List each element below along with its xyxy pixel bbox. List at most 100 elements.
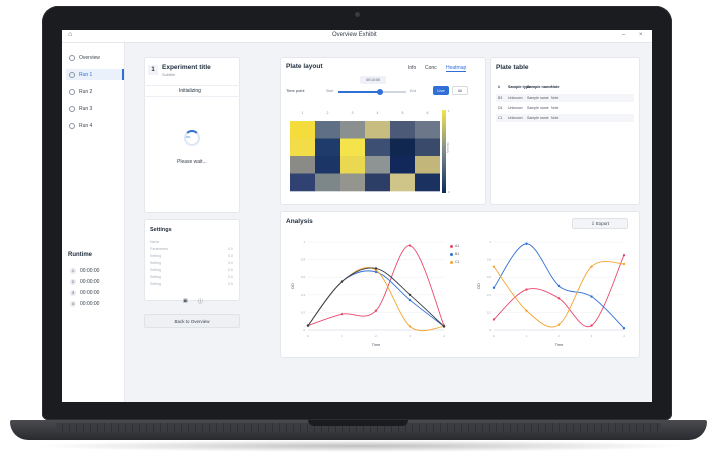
sidebar-item-2[interactable]: Run 2	[66, 86, 124, 97]
data-point[interactable]	[492, 318, 496, 321]
heatmap-cell[interactable]	[415, 173, 440, 192]
heatmap-cell[interactable]	[390, 138, 416, 157]
close-button[interactable]: ×	[639, 32, 643, 38]
data-point[interactable]	[590, 265, 593, 268]
y-tick-label: 0.8	[301, 258, 306, 262]
heatmap-cell[interactable]	[290, 138, 316, 157]
heatmap-cell[interactable]	[415, 138, 440, 157]
export-button[interactable]: ⇩ Export	[572, 218, 628, 229]
heatmap-cell[interactable]	[365, 121, 391, 139]
heatmap-cell[interactable]	[365, 138, 391, 157]
colorbar-label: Intensity	[446, 142, 450, 154]
minimize-button[interactable]: –	[622, 32, 625, 38]
plate-heatmap[interactable]: 1 2 3 4 5 6	[290, 109, 440, 195]
data-point[interactable]	[525, 309, 528, 312]
heatmap-cell[interactable]	[365, 173, 391, 192]
table-cell: C1	[498, 116, 503, 120]
all-button[interactable]: All	[452, 86, 468, 95]
x-tick-label: 3	[591, 334, 593, 338]
runtime-item[interactable]: 1 00:00:00	[70, 268, 99, 274]
info-icon[interactable]: ⓘ	[198, 298, 203, 305]
heatmap-cell[interactable]	[340, 121, 366, 139]
heatmap-cell[interactable]	[340, 173, 366, 192]
plate-table-card	[490, 57, 640, 205]
tab-conc[interactable]: Conc	[425, 65, 437, 71]
heatmap-cell[interactable]	[290, 173, 316, 192]
app-screen: ⌂ Overview Exhibit – × Overview Run 1 Run …	[62, 30, 652, 402]
data-point[interactable]	[408, 293, 412, 296]
heatmap-cell[interactable]	[390, 121, 416, 139]
window-title: Overview Exhibit	[332, 32, 377, 38]
runtime-number: 4	[70, 301, 76, 307]
data-point[interactable]	[622, 254, 626, 257]
heatmap-cell[interactable]	[340, 138, 366, 157]
data-point[interactable]	[340, 312, 344, 316]
setting-value: 0.0	[228, 268, 233, 272]
sidebar-item-0[interactable]: Overview	[66, 52, 124, 63]
data-point[interactable]	[492, 286, 496, 289]
heatmap-col-label: 6	[427, 111, 429, 115]
sidebar-item-label: Run 4	[79, 122, 93, 129]
data-point[interactable]	[306, 324, 310, 327]
x-tick-label: 4	[443, 334, 445, 338]
data-point[interactable]	[622, 327, 626, 330]
data-point[interactable]	[374, 267, 378, 270]
setting-name: Setting	[150, 254, 161, 258]
hinge-notch	[308, 420, 408, 426]
legend-label: B1	[455, 252, 460, 256]
home-icon[interactable]: ⌂	[68, 31, 72, 38]
heatmap-cell[interactable]	[315, 173, 341, 192]
data-point[interactable]	[408, 325, 412, 328]
series-line[interactable]	[307, 245, 445, 327]
heatmap-cell[interactable]	[390, 173, 416, 192]
laptop-shadow	[30, 440, 690, 452]
heatmap-cell[interactable]	[315, 156, 341, 174]
back-to-overview-button[interactable]: Back to Overview	[144, 314, 240, 328]
settings-title: Settings	[150, 227, 172, 233]
heatmap-cell[interactable]	[415, 121, 440, 139]
data-point[interactable]	[408, 298, 412, 302]
runtime-item[interactable]: 3 00:00:00	[70, 290, 99, 296]
data-point[interactable]	[557, 284, 561, 288]
heatmap-cell[interactable]	[415, 156, 440, 174]
series-line[interactable]	[493, 261, 625, 328]
heatmap-col-label: 1	[302, 111, 304, 115]
runtime-item[interactable]: 2 00:00:00	[70, 279, 99, 285]
live-button[interactable]: Live	[433, 86, 449, 95]
tab-heatmap[interactable]: Heatmap	[446, 65, 467, 72]
series-line[interactable]	[307, 267, 445, 327]
sidebar-item-4[interactable]: Run 4	[66, 120, 124, 131]
sidebar-item-3[interactable]: Run 3	[66, 103, 124, 114]
data-point[interactable]	[408, 244, 412, 247]
save-icon[interactable]: ▣	[183, 298, 188, 304]
data-point[interactable]	[557, 323, 561, 326]
data-point[interactable]	[557, 297, 561, 300]
experiment-subtitle: Subtitle	[162, 72, 176, 77]
series-line[interactable]	[493, 255, 625, 328]
data-point[interactable]	[442, 325, 446, 328]
heatmap-cell[interactable]	[365, 156, 391, 174]
heatmap-cell[interactable]	[340, 156, 366, 174]
x-tick-label: 1	[526, 334, 528, 338]
data-point[interactable]	[492, 265, 496, 268]
data-point[interactable]	[525, 242, 528, 245]
data-point[interactable]	[340, 280, 344, 283]
heatmap-cell[interactable]	[315, 138, 341, 157]
data-point[interactable]	[374, 309, 378, 312]
heatmap-cell[interactable]	[315, 121, 341, 139]
data-point[interactable]	[622, 262, 626, 266]
heatmap-cell[interactable]	[390, 156, 416, 174]
legend-label: A1	[455, 244, 460, 248]
table-cell: Unknown	[508, 106, 523, 110]
tab-info[interactable]: Info	[408, 65, 416, 71]
table-cell: Note	[551, 106, 559, 110]
data-point[interactable]	[590, 324, 593, 327]
heatmap-col-label: 5	[402, 111, 404, 115]
data-point[interactable]	[525, 288, 528, 291]
sidebar-item-1[interactable]: Run 1	[66, 69, 124, 80]
runtime-item[interactable]: 4 00:00:00	[70, 301, 99, 307]
data-point[interactable]	[590, 295, 593, 298]
heatmap-cell[interactable]	[290, 156, 316, 174]
heatmap-cell[interactable]	[290, 121, 316, 139]
table-cell: Sample name	[527, 96, 549, 100]
